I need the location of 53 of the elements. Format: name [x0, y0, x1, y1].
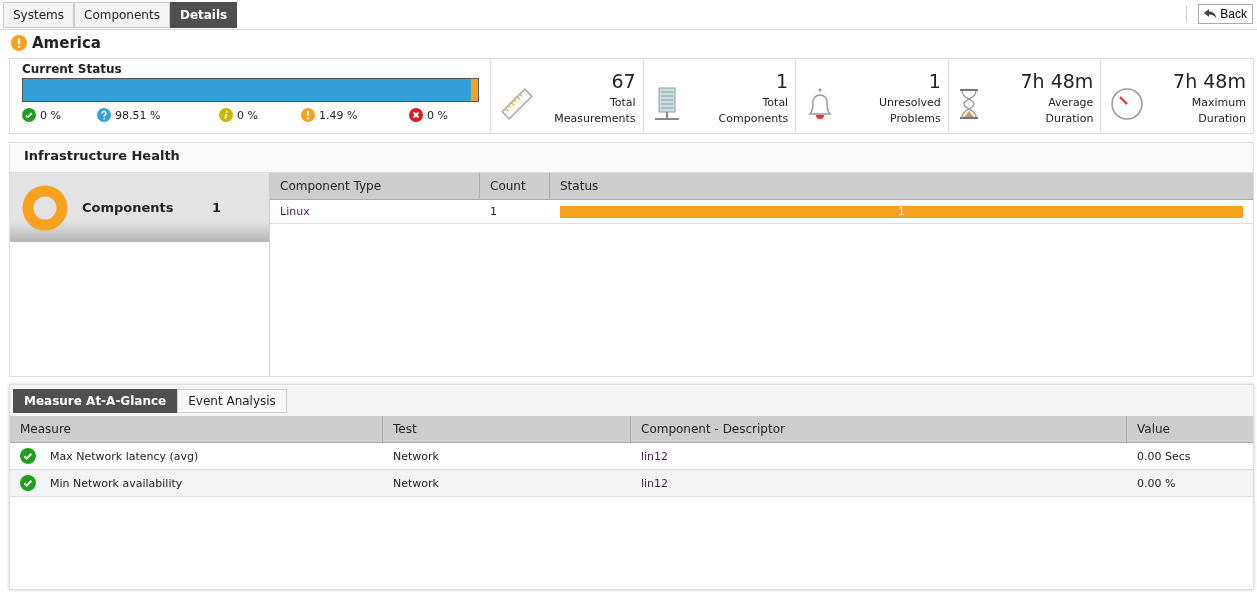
stat-value: 1 — [775, 70, 789, 92]
tab[interactable]: Details — [169, 2, 238, 28]
zone-title: America — [32, 34, 101, 52]
tab[interactable]: Measure At-A-Glance — [13, 389, 178, 413]
legend-value: 0 % — [237, 108, 258, 122]
panel-title: Infrastructure Health — [10, 143, 1253, 173]
column-header: Value — [1136, 421, 1171, 438]
stat-value: 7h 48m — [1019, 70, 1094, 92]
ruler-icon — [499, 86, 535, 122]
legend-value: 98.51 % — [115, 108, 161, 122]
stat-label: Total Measurements — [553, 95, 636, 127]
column-header: Count — [480, 173, 550, 199]
warning-icon — [301, 108, 315, 122]
table-cell-text: 0.00 Secs — [1136, 448, 1192, 465]
column-header: Component Type — [270, 173, 480, 199]
table-cell-text: lin12 — [640, 448, 670, 465]
column-header: Test — [383, 416, 631, 442]
legend-value: 1.49 % — [319, 108, 358, 122]
components-label: Components — [82, 200, 175, 215]
components-card[interactable]: Components 1 — [10, 173, 269, 242]
tab[interactable]: Systems — [3, 2, 74, 28]
tab[interactable]: Components — [74, 2, 170, 28]
stat-value: 7h 48m — [1172, 70, 1246, 92]
stat-label: Unresolved Problems — [877, 95, 941, 127]
check-icon — [22, 108, 36, 122]
stat-label: Total Components — [717, 95, 789, 127]
table-cell-text: 0.00 % — [1136, 475, 1177, 492]
tab[interactable]: Event Analysis — [177, 389, 287, 413]
back-button[interactable]: Back — [1198, 4, 1253, 24]
column-header: Status — [559, 178, 600, 195]
section-title: Current Status — [22, 62, 123, 78]
table-cell-text: 1 — [489, 204, 498, 220]
stat-value: 1 — [927, 70, 941, 92]
column-header: Measure — [10, 416, 383, 442]
stat-label: Average Duration — [1044, 95, 1094, 127]
table-cell: Max Network latency (avg) — [50, 449, 199, 463]
gauge-icon — [1109, 86, 1146, 122]
back-arrow-icon — [1204, 9, 1217, 19]
status-bar: 1 — [560, 205, 1243, 218]
table-cell-text: Network — [392, 475, 440, 492]
legend-value: 0 % — [427, 108, 448, 122]
components-count: 1 — [212, 200, 222, 215]
error-icon — [409, 108, 423, 122]
stat-label: Maximum Duration — [1190, 95, 1246, 127]
table-cell-text: Linux — [279, 204, 311, 220]
table-cell-text: Network — [392, 448, 440, 465]
info-icon — [219, 108, 233, 122]
table-cell: Min Network availability — [50, 476, 183, 490]
table-cell-text: lin12 — [640, 475, 670, 492]
legend-value: 0 % — [40, 108, 61, 122]
column-header: Component - Descriptor — [631, 416, 1127, 442]
question-icon — [97, 108, 111, 122]
stat-value: 67 — [610, 70, 636, 92]
